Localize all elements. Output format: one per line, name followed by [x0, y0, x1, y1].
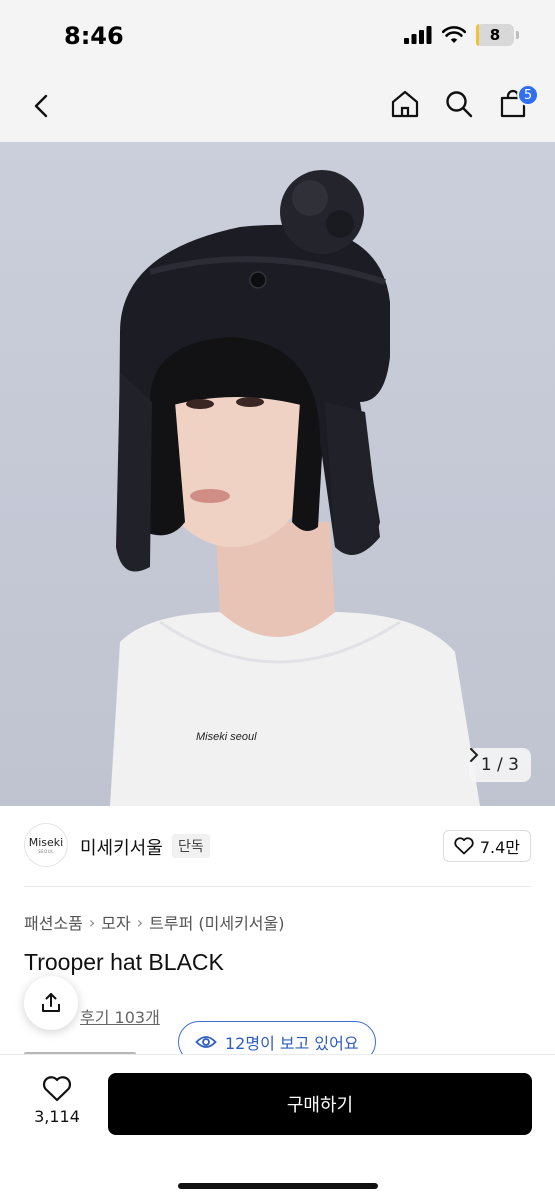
divider — [24, 886, 531, 887]
pager-text: 1 / 3 — [480, 755, 519, 775]
share-button[interactable] — [24, 976, 78, 1030]
heart-icon — [454, 837, 474, 855]
product-image-carousel[interactable]: Miseki seoul 1 / 3 — [0, 142, 555, 806]
brand-row: Miseki SEOUL 미세키서울 단독 7.4만 — [0, 806, 555, 886]
breadcrumb-item-3[interactable]: 트루퍼 (미세키서울) — [149, 910, 284, 934]
status-bar: 8:46 8 — [0, 0, 555, 70]
search-button[interactable] — [441, 86, 477, 122]
brand-like-button[interactable]: 7.4만 — [442, 830, 531, 862]
share-icon — [42, 993, 60, 1012]
back-icon — [34, 94, 48, 118]
signal-icon — [404, 26, 432, 44]
status-icons: 8 — [404, 24, 519, 46]
brand-like-count: 7.4만 — [479, 838, 520, 857]
home-icon — [391, 90, 419, 118]
viewing-count-text: 12명이 보고 있어요 — [225, 1034, 359, 1053]
wifi-icon — [442, 26, 466, 43]
product-photo: Miseki seoul — [110, 170, 480, 806]
chevron-right-icon: › — [136, 912, 144, 932]
heart-icon — [42, 1076, 72, 1102]
brand-logo-text: Miseki — [28, 836, 64, 849]
breadcrumb-item-2[interactable]: 모자 — [101, 910, 130, 934]
home-indicator — [178, 1183, 378, 1189]
brand-logo-subtext: SEOUL — [38, 849, 54, 854]
exclusive-badge: 단독 — [172, 834, 210, 858]
top-nav-bar: 5 — [0, 70, 555, 142]
breadcrumb: 패션소품 › 모자 › 트루퍼 (미세키서울) — [24, 910, 285, 934]
battery-icon: 8 — [476, 24, 514, 46]
product-title: Trooper hat BLACK — [24, 949, 224, 975]
brand-name[interactable]: 미세키서울 — [80, 834, 163, 860]
breadcrumb-item-1[interactable]: 패션소품 — [24, 910, 83, 934]
image-pager[interactable]: 1 / 3 — [468, 748, 531, 782]
bottom-purchase-bar: 3,114 구매하기 — [0, 1054, 555, 1200]
back-button[interactable] — [24, 88, 60, 124]
home-button[interactable] — [387, 86, 423, 122]
chevron-right-icon: › — [88, 912, 96, 932]
status-time: 8:46 — [64, 22, 124, 50]
wishlist-button[interactable]: 3,114 — [26, 1075, 88, 1126]
wishlist-count: 3,114 — [34, 1107, 80, 1126]
cart-count-badge: 5 — [517, 84, 539, 106]
review-link[interactable]: 후기 103개 — [80, 1004, 160, 1028]
buy-button[interactable]: 구매하기 — [108, 1073, 532, 1135]
eye-icon — [195, 1036, 217, 1048]
chevron-right-icon — [469, 748, 479, 762]
shirt-logo-text: Miseki seoul — [196, 731, 257, 743]
search-icon — [446, 91, 473, 118]
cart-button[interactable]: 5 — [495, 84, 539, 122]
battery-level: 8 — [489, 26, 501, 44]
brand-logo[interactable]: Miseki SEOUL — [24, 823, 68, 867]
